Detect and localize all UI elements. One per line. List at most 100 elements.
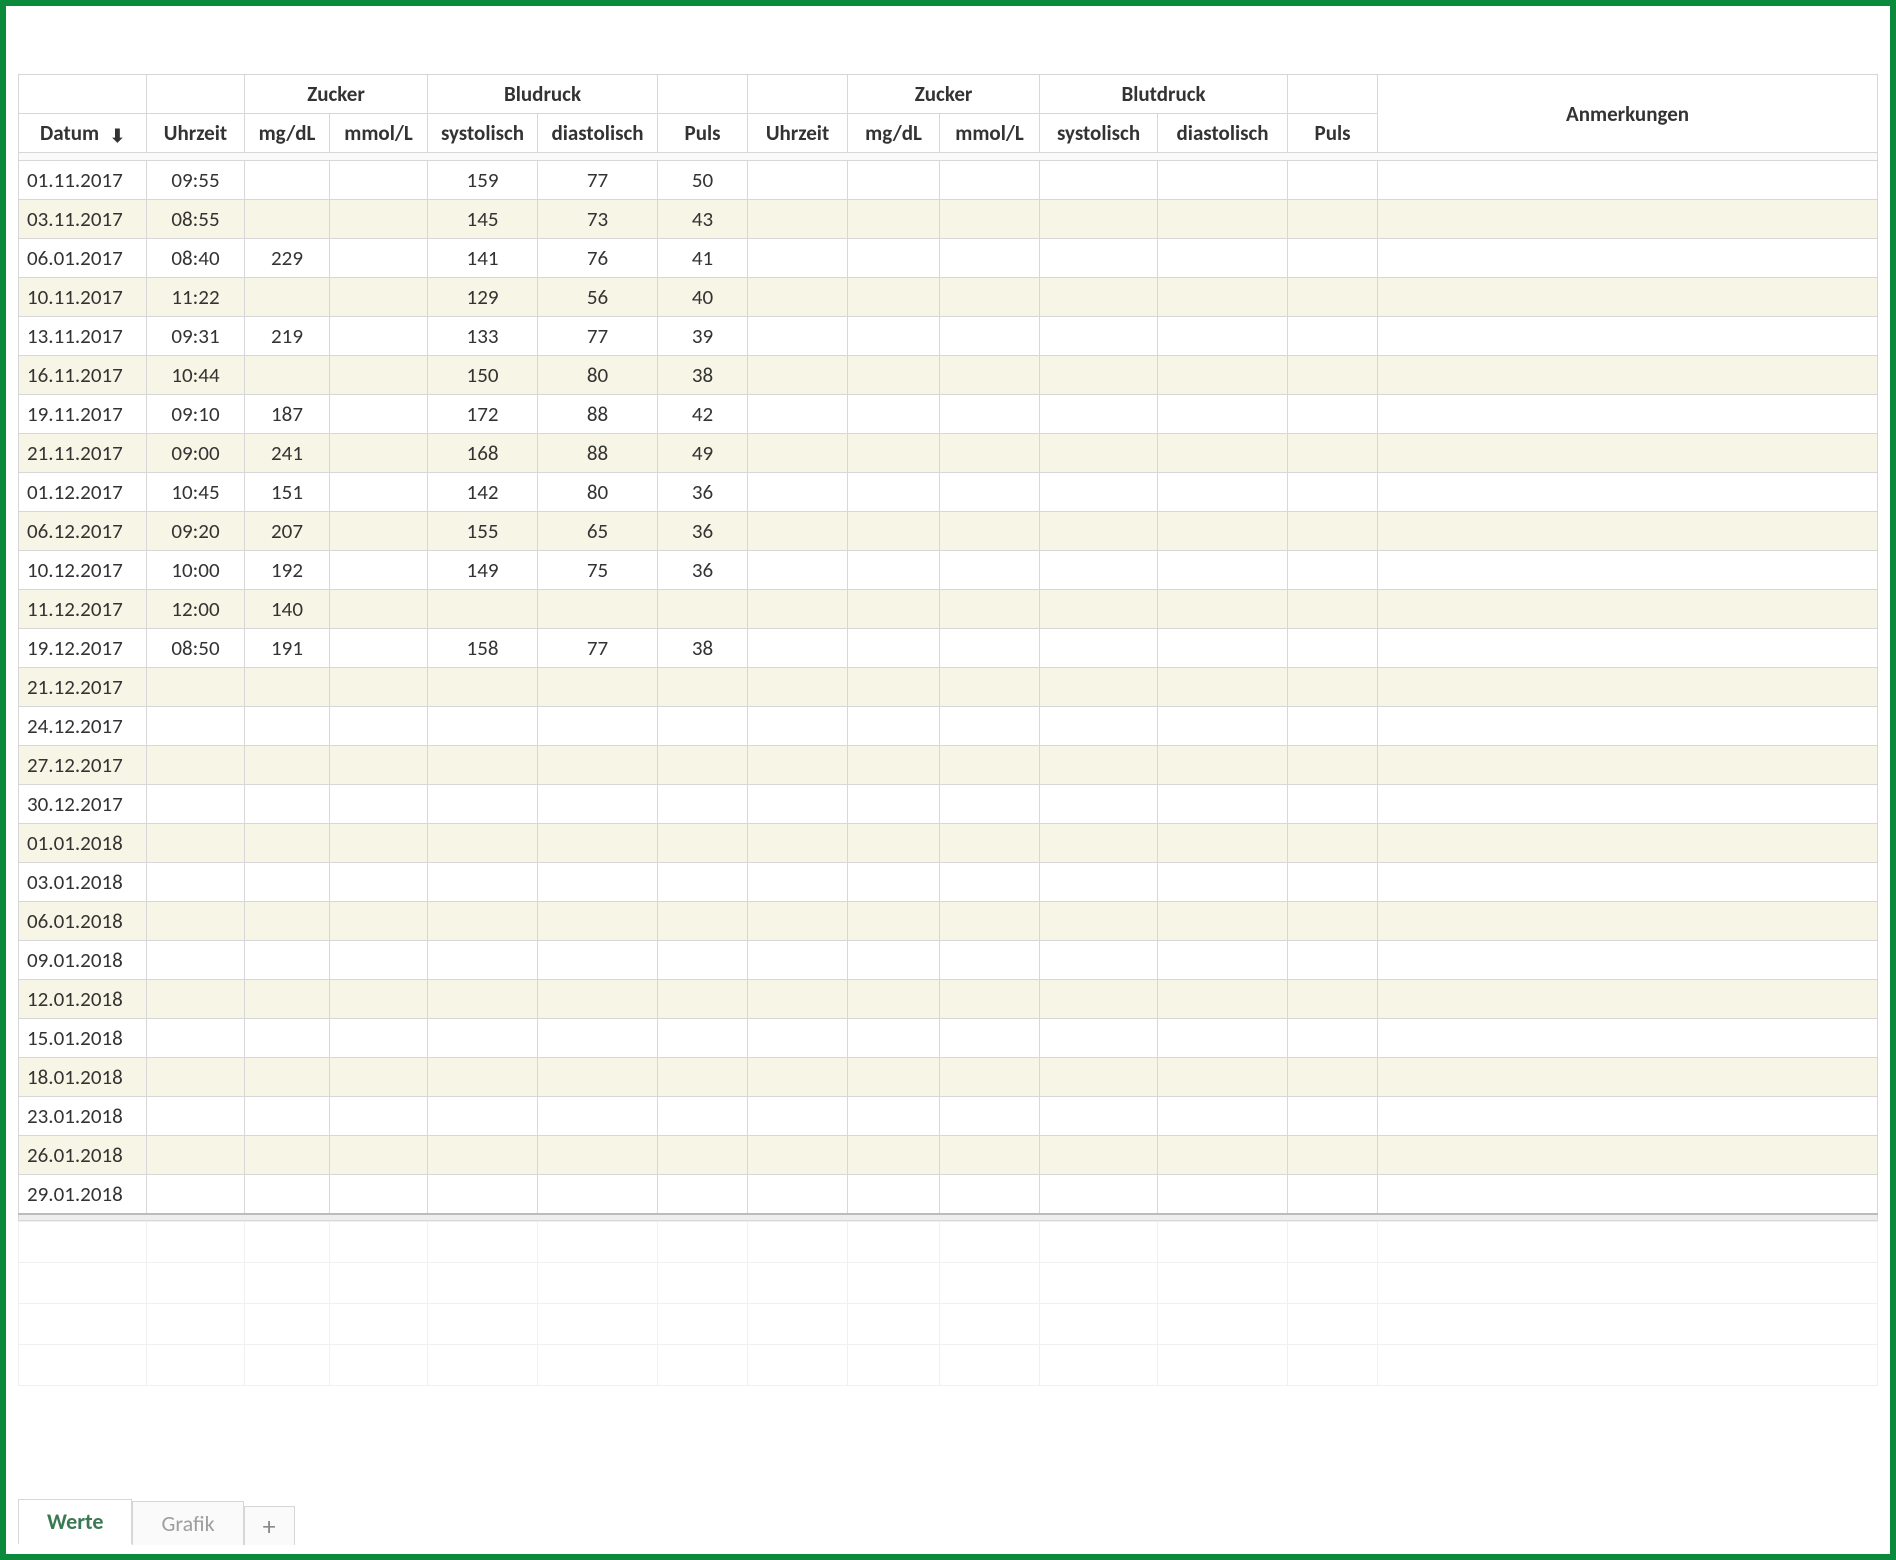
cell-puls[interactable]: 36 (658, 473, 748, 512)
cell-puls2[interactable] (1288, 434, 1378, 473)
cell-sys[interactable]: 149 (428, 551, 538, 590)
table-row[interactable]: 01.01.2018 (19, 824, 1878, 863)
cell-mmoll[interactable] (330, 590, 428, 629)
table-row[interactable]: 23.01.2018 (19, 1097, 1878, 1136)
cell-dia2[interactable] (1158, 746, 1288, 785)
cell-dia[interactable]: 65 (538, 512, 658, 551)
cell-dia[interactable]: 80 (538, 356, 658, 395)
cell-datum[interactable]: 18.01.2018 (19, 1058, 147, 1097)
cell-uhrzeit[interactable] (147, 746, 245, 785)
cell-sys[interactable]: 150 (428, 356, 538, 395)
cell-dia[interactable] (538, 902, 658, 941)
cell-mmoll2[interactable] (940, 941, 1040, 980)
cell-mgdl[interactable]: 207 (245, 512, 330, 551)
cell-mgdl2[interactable] (848, 590, 940, 629)
cell-datum[interactable]: 11.12.2017 (19, 590, 147, 629)
cell-dia2[interactable] (1158, 629, 1288, 668)
cell-puls[interactable] (658, 1058, 748, 1097)
cell-mmoll2[interactable] (940, 1136, 1040, 1175)
cell-dia2[interactable] (1158, 980, 1288, 1019)
cell-sys[interactable] (428, 1136, 538, 1175)
cell-mmoll[interactable] (330, 395, 428, 434)
cell-sys[interactable] (428, 668, 538, 707)
table-row[interactable]: 24.12.2017 (19, 707, 1878, 746)
cell-dia2[interactable] (1158, 1058, 1288, 1097)
cell-dia[interactable]: 77 (538, 629, 658, 668)
cell-puls[interactable]: 49 (658, 434, 748, 473)
cell-uhrzeit2[interactable] (748, 434, 848, 473)
cell-uhrzeit[interactable]: 08:50 (147, 629, 245, 668)
cell-sys[interactable] (428, 590, 538, 629)
tab-grafik[interactable]: Grafik (132, 1501, 243, 1545)
cell-mmoll2[interactable] (940, 278, 1040, 317)
cell-sys[interactable]: 172 (428, 395, 538, 434)
cell-mgdl2[interactable] (848, 239, 940, 278)
cell-mgdl[interactable] (245, 1019, 330, 1058)
cell-dia2[interactable] (1158, 1019, 1288, 1058)
cell-uhrzeit2[interactable] (748, 590, 848, 629)
cell-dia2[interactable] (1158, 707, 1288, 746)
cell-puls[interactable] (658, 1097, 748, 1136)
cell-dia[interactable] (538, 1136, 658, 1175)
cell-mgdl[interactable]: 187 (245, 395, 330, 434)
cell-mgdl[interactable] (245, 1097, 330, 1136)
cell-mgdl[interactable]: 140 (245, 590, 330, 629)
cell-mmoll[interactable] (330, 161, 428, 200)
cell-uhrzeit2[interactable] (748, 395, 848, 434)
cell-uhrzeit[interactable]: 10:00 (147, 551, 245, 590)
cell-puls2[interactable] (1288, 473, 1378, 512)
table-row[interactable]: 30.12.2017 (19, 785, 1878, 824)
cell-puls2[interactable] (1288, 317, 1378, 356)
tab-add[interactable]: + (244, 1506, 295, 1545)
cell-sys[interactable] (428, 1175, 538, 1215)
table-row[interactable]: 10.12.201710:001921497536 (19, 551, 1878, 590)
cell-uhrzeit[interactable] (147, 824, 245, 863)
cell-sys2[interactable] (1040, 551, 1158, 590)
cell-dia2[interactable] (1158, 551, 1288, 590)
cell-mmoll[interactable] (330, 707, 428, 746)
cell-mgdl2[interactable] (848, 278, 940, 317)
cell-sys[interactable] (428, 1097, 538, 1136)
cell-mgdl2[interactable] (848, 863, 940, 902)
cell-sys2[interactable] (1040, 1019, 1158, 1058)
cell-sys[interactable] (428, 1019, 538, 1058)
cell-anm[interactable] (1378, 161, 1878, 200)
cell-mmoll2[interactable] (940, 356, 1040, 395)
cell-dia2[interactable] (1158, 1175, 1288, 1215)
cell-datum[interactable]: 29.01.2018 (19, 1175, 147, 1215)
cell-sys[interactable]: 141 (428, 239, 538, 278)
cell-puls2[interactable] (1288, 1175, 1378, 1215)
cell-uhrzeit[interactable] (147, 1175, 245, 1215)
cell-sys[interactable]: 158 (428, 629, 538, 668)
cell-mgdl[interactable] (245, 1175, 330, 1215)
cell-mgdl2[interactable] (848, 200, 940, 239)
cell-sys[interactable] (428, 1058, 538, 1097)
cell-datum[interactable]: 21.11.2017 (19, 434, 147, 473)
cell-mgdl[interactable] (245, 863, 330, 902)
cell-sys2[interactable] (1040, 629, 1158, 668)
cell-anm[interactable] (1378, 590, 1878, 629)
cell-anm[interactable] (1378, 941, 1878, 980)
cell-uhrzeit[interactable]: 10:44 (147, 356, 245, 395)
cell-mmoll[interactable] (330, 746, 428, 785)
cell-uhrzeit2[interactable] (748, 278, 848, 317)
cell-mmoll[interactable] (330, 1175, 428, 1215)
cell-mmoll[interactable] (330, 902, 428, 941)
cell-dia2[interactable] (1158, 200, 1288, 239)
cell-mgdl[interactable] (245, 902, 330, 941)
cell-uhrzeit[interactable] (147, 1097, 245, 1136)
cell-puls[interactable]: 36 (658, 551, 748, 590)
cell-sys[interactable] (428, 785, 538, 824)
cell-puls2[interactable] (1288, 1097, 1378, 1136)
cell-mmoll[interactable] (330, 473, 428, 512)
cell-sys2[interactable] (1040, 668, 1158, 707)
cell-dia2[interactable] (1158, 356, 1288, 395)
cell-anm[interactable] (1378, 824, 1878, 863)
cell-datum[interactable]: 01.11.2017 (19, 161, 147, 200)
cell-datum[interactable]: 23.01.2018 (19, 1097, 147, 1136)
header-datum[interactable]: Datum ⬇ (19, 114, 147, 153)
cell-anm[interactable] (1378, 1175, 1878, 1215)
cell-datum[interactable]: 19.12.2017 (19, 629, 147, 668)
cell-sys2[interactable] (1040, 200, 1158, 239)
cell-puls2[interactable] (1288, 941, 1378, 980)
